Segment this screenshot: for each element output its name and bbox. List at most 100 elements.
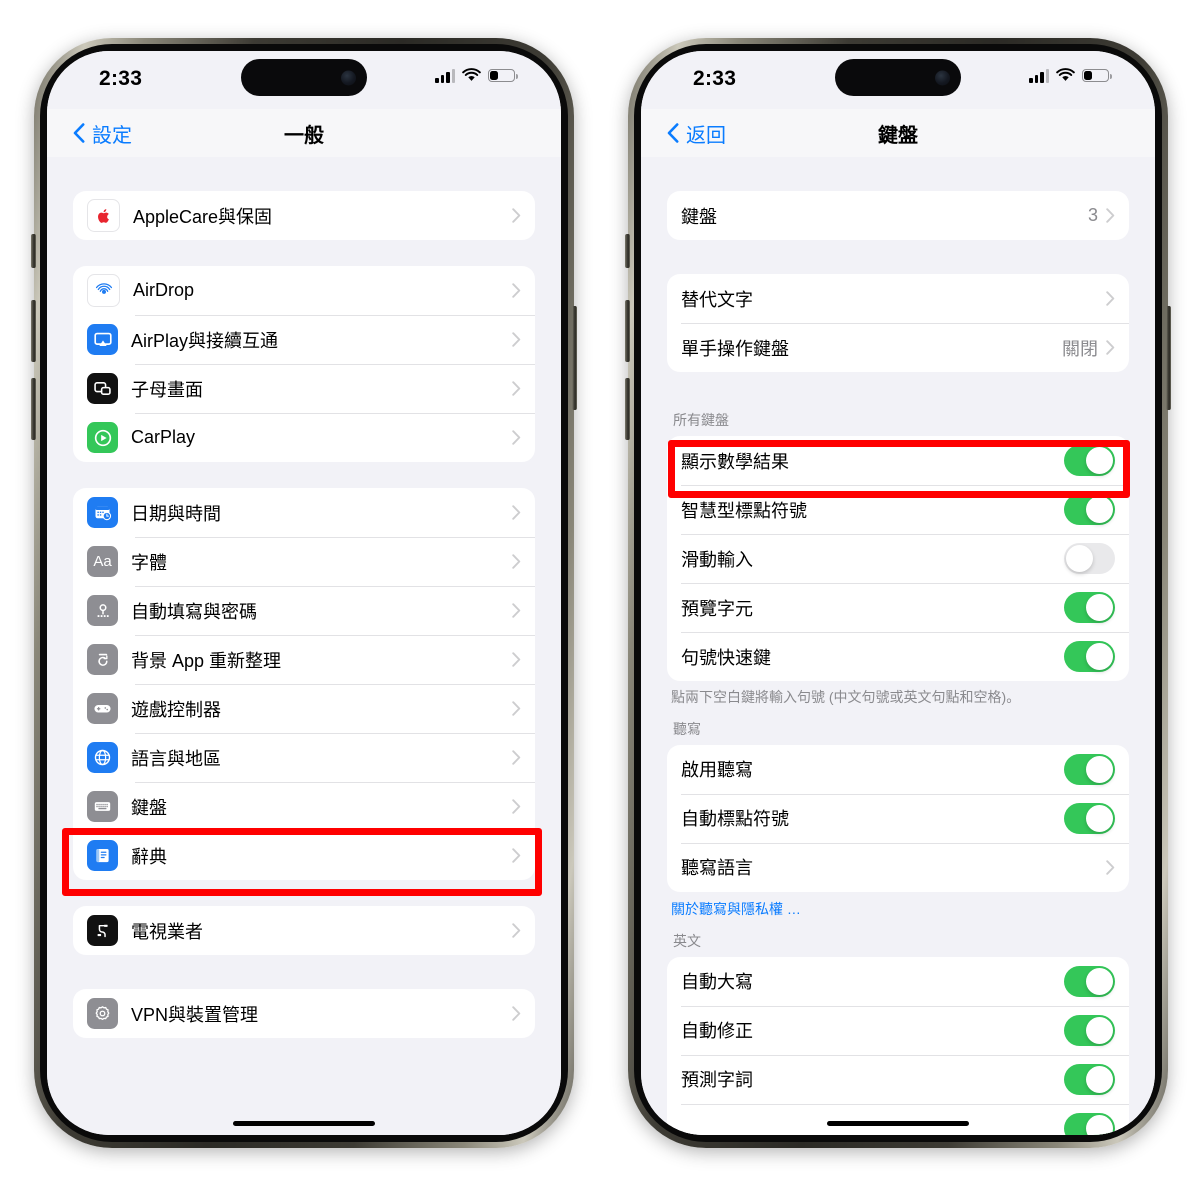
toggle-auto-punctuation[interactable] <box>1064 802 1115 834</box>
list-item-label: 自動填寫與密碼 <box>131 601 257 622</box>
list-item-label: 辭典 <box>131 846 167 867</box>
footnote-period-shortcut: 點兩下空白鍵將輸入句號 (中文句號或英文句點和空格)。 <box>671 689 1021 705</box>
list-item[interactable]: 子母畫面 <box>73 364 535 413</box>
back-button[interactable]: 設定 <box>73 119 132 148</box>
action-button[interactable] <box>625 234 630 268</box>
setting-auto-punctuation[interactable]: 自動標點符號 <box>667 793 1129 843</box>
section-text-replacement: 替代文字 單手操作鍵盤 關閉 <box>667 274 1129 372</box>
volume-down-button[interactable] <box>31 378 36 440</box>
tv-provider-icon <box>87 915 118 946</box>
list-item[interactable]: CarPlay <box>73 413 535 462</box>
list-item-label: VPN與裝置管理 <box>131 1004 259 1025</box>
left-settings-list[interactable]: AppleCare與保固 AirDrop AirPlay與接續互通 子母畫面 C… <box>47 157 561 1135</box>
chevron-right-icon <box>1106 291 1115 306</box>
list-item-label: 鍵盤 <box>131 797 167 818</box>
list-item-label: 啟用聽寫 <box>681 760 753 781</box>
list-item-text-replacement[interactable]: 替代文字 <box>667 274 1129 323</box>
section-keyboards: 鍵盤 3 <box>667 191 1129 240</box>
setting-auto-capitalization[interactable]: 自動大寫 <box>667 957 1129 1006</box>
list-item[interactable]: VPN與裝置管理 <box>73 989 535 1038</box>
list-item[interactable]: 電視業者 <box>73 906 535 955</box>
action-button[interactable] <box>31 234 36 268</box>
list-item[interactable]: 語言與地區 <box>73 733 535 782</box>
list-item-label: 聽寫語言 <box>681 858 753 879</box>
settings-group-tvprovider: 電視業者 <box>73 906 535 955</box>
page-title: 鍵盤 <box>878 124 918 147</box>
home-indicator[interactable] <box>233 1120 375 1126</box>
list-item-label: 自動標點符號 <box>681 809 789 830</box>
list-item-value: 關閉 <box>1062 338 1098 359</box>
section-all-keyboards: 顯示數學結果 智慧型標點符號 滑動輸入 預覽字元 句號快速鍵 <box>667 436 1129 681</box>
toggle-auto-capitalization[interactable] <box>1064 965 1115 997</box>
back-label: 設定 <box>92 124 132 147</box>
setting-smart-punctuation[interactable]: 智慧型標點符號 <box>667 485 1129 534</box>
toggle-period-shortcut[interactable] <box>1064 641 1115 672</box>
toggle-show-math-results[interactable] <box>1064 445 1115 476</box>
toggle-enable-dictation[interactable] <box>1064 753 1115 785</box>
wifi-icon <box>462 68 481 81</box>
carplay-icon <box>87 422 118 453</box>
setting-slide-to-type[interactable]: 滑動輸入 <box>667 534 1129 583</box>
setting-partial-row[interactable] <box>667 1103 1129 1135</box>
setting-auto-correction[interactable]: 自動修正 <box>667 1005 1129 1055</box>
chevron-right-icon <box>512 208 521 223</box>
chevron-right-icon <box>512 652 521 667</box>
right-phone-device: 2:33 返回 鍵盤 鍵盤 3 替代文字 單手操作鍵盤 關閉 所有鍵盤 顯示數學… <box>625 38 1171 1148</box>
chevron-right-icon <box>1106 208 1115 223</box>
list-item[interactable]: AirDrop <box>73 266 535 315</box>
list-item[interactable]: 背景 App 重新整理 <box>73 635 535 684</box>
setting-character-preview[interactable]: 預覽字元 <box>667 583 1129 632</box>
toggle-partial[interactable] <box>1064 1112 1115 1135</box>
setting-predictive-text[interactable]: 預測字詞 <box>667 1054 1129 1104</box>
section-dictation: 啟用聽寫 自動標點符號 聽寫語言 <box>667 744 1129 892</box>
list-item-one-handed-keyboard[interactable]: 單手操作鍵盤 關閉 <box>667 323 1129 372</box>
list-item-keyboards[interactable]: 鍵盤 3 <box>667 191 1129 240</box>
list-item-label: 日期與時間 <box>131 503 221 524</box>
list-item[interactable]: 辭典 <box>73 831 535 880</box>
toggle-slide-to-type[interactable] <box>1064 543 1115 574</box>
globe-icon <box>87 742 118 773</box>
setting-show-math-results[interactable]: 顯示數學結果 <box>667 436 1129 485</box>
power-button[interactable] <box>572 306 577 410</box>
chevron-right-icon <box>512 430 521 445</box>
home-indicator[interactable] <box>827 1120 969 1126</box>
sidebar-item-keyboard[interactable]: 鍵盤 <box>73 782 535 831</box>
list-item-label: 單手操作鍵盤 <box>681 338 789 359</box>
keyboard-settings-list[interactable]: 鍵盤 3 替代文字 單手操作鍵盤 關閉 所有鍵盤 顯示數學結果 智慧型標點符號 … <box>641 157 1155 1135</box>
toggle-auto-correction[interactable] <box>1064 1014 1115 1046</box>
volume-up-button[interactable] <box>625 300 630 362</box>
right-nav-bar: 返回 鍵盤 <box>641 109 1155 158</box>
section-header-dictation: 聽寫 <box>673 720 701 737</box>
back-button[interactable]: 返回 <box>667 119 726 148</box>
list-item-label: 替代文字 <box>681 289 753 310</box>
left-status-bar: 2:33 <box>47 51 561 109</box>
list-item[interactable]: 自動填寫與密碼 <box>73 586 535 635</box>
list-item[interactable]: Aa 字體 <box>73 537 535 586</box>
setting-period-shortcut[interactable]: 句號快速鍵 <box>667 632 1129 681</box>
volume-down-button[interactable] <box>625 378 630 440</box>
list-item[interactable]: 日期與時間 <box>73 488 535 537</box>
toggle-smart-punctuation[interactable] <box>1064 494 1115 525</box>
right-status-bar: 2:33 <box>641 51 1155 109</box>
setting-enable-dictation[interactable]: 啟用聽寫 <box>667 745 1129 794</box>
list-item[interactable]: AirPlay與接續互通 <box>73 315 535 364</box>
toggle-predictive-text[interactable] <box>1064 1063 1115 1095</box>
chevron-right-icon <box>512 848 521 863</box>
front-camera-icon <box>935 70 950 85</box>
list-item-dictation-languages[interactable]: 聽寫語言 <box>667 842 1129 892</box>
link-about-dictation-privacy[interactable]: 關於聽寫與隱私權 … <box>641 892 1155 919</box>
volume-up-button[interactable] <box>31 300 36 362</box>
list-item-value: 3 <box>1087 205 1098 225</box>
chevron-right-icon <box>512 1006 521 1021</box>
power-button[interactable] <box>1166 306 1171 410</box>
list-item-label: 滑動輸入 <box>681 549 753 570</box>
list-item-label: 鍵盤 <box>681 206 717 227</box>
settings-group-vpn: VPN與裝置管理 <box>73 989 535 1038</box>
chevron-right-icon <box>1106 340 1115 355</box>
list-item-label: CarPlay <box>131 427 196 447</box>
list-item[interactable]: 遊戲控制器 <box>73 684 535 733</box>
status-icons <box>435 68 518 83</box>
list-item[interactable]: AppleCare與保固 <box>73 191 535 240</box>
toggle-character-preview[interactable] <box>1064 592 1115 623</box>
status-icons <box>1029 68 1112 83</box>
